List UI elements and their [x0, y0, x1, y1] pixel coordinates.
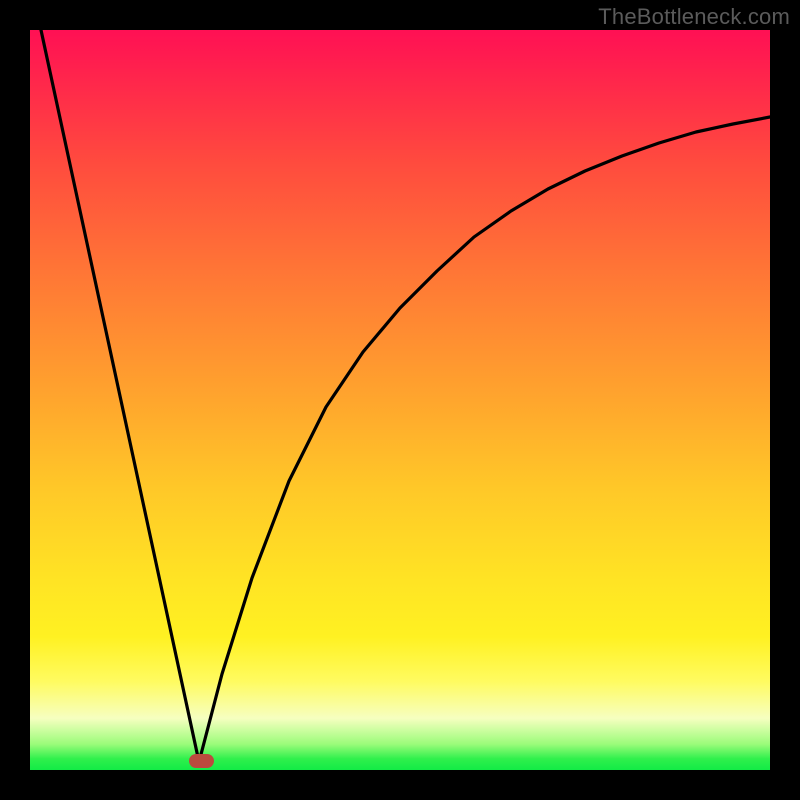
plot-area: [30, 30, 770, 770]
curve-left-branch: [41, 30, 199, 762]
chart-frame: TheBottleneck.com: [0, 0, 800, 800]
watermark-text: TheBottleneck.com: [598, 4, 790, 30]
curve-right-branch: [199, 117, 770, 762]
trough-marker: [189, 754, 214, 768]
curve-layer: [30, 30, 770, 770]
